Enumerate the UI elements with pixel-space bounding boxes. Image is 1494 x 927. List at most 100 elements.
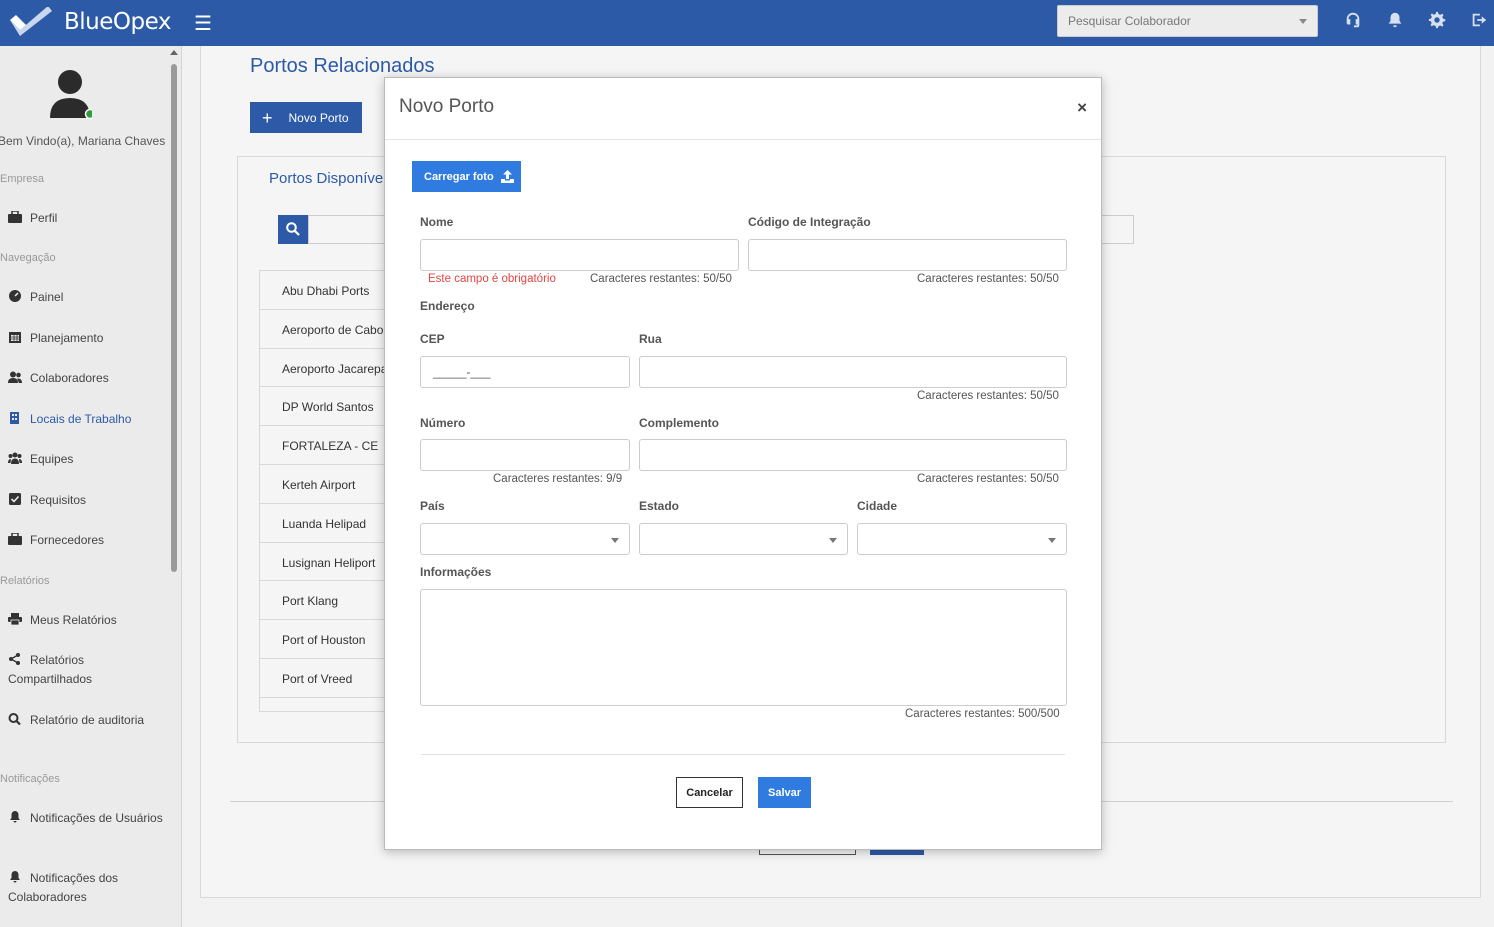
cep-label: CEP (420, 332, 445, 346)
sidebar-item-label: Colaboradores (30, 371, 109, 385)
informacoes-textarea[interactable] (420, 589, 1067, 706)
list-item[interactable]: Aeroporto de Cabo Frio (260, 308, 398, 348)
pais-select[interactable] (420, 523, 630, 555)
section-empresa: Empresa (0, 173, 45, 185)
sidebar-item-requisitos[interactable]: Requisitos (8, 491, 168, 510)
list-item[interactable]: Port of Houston (260, 619, 398, 658)
logo[interactable]: BlueOpex (8, 6, 171, 38)
complemento-label: Complemento (639, 416, 720, 430)
print-icon (8, 613, 22, 625)
available-ports-title: Portos Disponíveis (269, 170, 395, 187)
sidebar-item-label: Notificações de Usuários (30, 811, 163, 825)
codigo-input[interactable] (748, 239, 1067, 271)
cancel-button[interactable]: Cancelar (676, 777, 743, 808)
sidebar-item-colaboradores[interactable]: Colaboradores (8, 369, 168, 388)
sidebar-scrollbar[interactable] (170, 50, 178, 924)
search-icon (286, 222, 300, 236)
sidebar-item-label: Notificações dos Colaboradores (8, 871, 119, 904)
modal-title: Novo Porto (399, 96, 495, 117)
list-item[interactable]: Luanda Helipad (260, 502, 398, 542)
new-port-modal: Novo Porto × Carregar foto Nome Este cam… (384, 77, 1102, 850)
sidebar-item-notificacoes-usuarios[interactable]: Notificações de Usuários (8, 809, 168, 828)
modal-header-divider (385, 139, 1101, 140)
search-button[interactable] (278, 215, 308, 244)
sidebar-item-label: Equipes (30, 452, 74, 466)
sidebar-item-meus-relatorios[interactable]: Meus Relatórios (8, 611, 168, 630)
scrollbar-thumb[interactable] (171, 64, 177, 572)
calendar-icon (9, 332, 21, 343)
briefcase-icon (8, 533, 22, 545)
gear-icon[interactable] (1428, 11, 1450, 33)
rua-input[interactable] (639, 356, 1067, 388)
chevron-down-icon (1299, 19, 1307, 24)
scroll-up-icon[interactable] (170, 50, 178, 55)
sidebar-item-fornecedores[interactable]: Fornecedores (8, 531, 168, 550)
chevron-down-icon (611, 538, 619, 543)
colaborador-search-select[interactable]: Pesquisar Colaborador (1057, 5, 1318, 37)
upload-photo-button[interactable]: Carregar foto (412, 161, 521, 192)
complemento-input[interactable] (639, 439, 1067, 471)
cidade-label: Cidade (857, 499, 898, 513)
sidebar-item-perfil[interactable]: Perfil (8, 209, 168, 228)
sidebar-item-locais[interactable]: Locais de Trabalho (8, 410, 168, 429)
sidebar-item-equipes[interactable]: Equipes (8, 450, 168, 469)
rua-label: Rua (639, 332, 662, 346)
chevron-down-icon (1048, 538, 1056, 543)
codigo-label: Código de Integração (748, 215, 871, 229)
list-item[interactable]: DP World Santos (260, 386, 398, 425)
sidebar-item-label: Locais de Trabalho (30, 412, 132, 426)
nome-input[interactable] (420, 239, 739, 271)
logout-icon[interactable] (1470, 11, 1492, 33)
cep-input[interactable]: _____-___ (420, 356, 630, 388)
sidebar-item-label: Meus Relatórios (30, 613, 117, 627)
sidebar-item-painel[interactable]: Painel (8, 288, 168, 307)
informacoes-label: Informações (420, 565, 492, 579)
list-item[interactable]: Porto de Itajaí (260, 696, 398, 711)
list-item[interactable]: Abu Dhabi Ports (260, 270, 398, 309)
list-item[interactable]: Lusignan Heliport (260, 541, 398, 581)
chevron-down-icon (829, 538, 837, 543)
list-item[interactable]: Port Klang (260, 580, 398, 619)
nome-error: Este campo é obrigatório (428, 273, 556, 285)
new-port-label: Novo Porto (288, 110, 349, 125)
list-item[interactable]: FORTALEZA - CE (260, 425, 398, 464)
numero-input[interactable] (420, 439, 630, 471)
sidebar-item-label: Perfil (30, 211, 58, 225)
app-name: BlueOpex (64, 9, 171, 35)
upload-photo-label: Carregar foto (424, 170, 494, 183)
modal-footer-divider (421, 754, 1065, 755)
informacoes-char-count: Caracteres restantes: 500/500 (905, 708, 1060, 720)
sidebar-item-relatorios-compartilhados[interactable]: Relatórios Compartilhados (8, 651, 168, 689)
ports-list[interactable]: Abu Dhabi Ports Aeroporto de Cabo Frio Aer… (259, 270, 399, 712)
avatar[interactable] (48, 68, 92, 120)
sidebar-item-notificacoes-colaboradores[interactable]: Notificações dos Colaboradores (8, 869, 168, 907)
welcome-text: Bem Vindo(a), Mariana Chaves (0, 134, 166, 148)
upload-icon (500, 170, 514, 183)
dashboard-icon (9, 290, 21, 302)
list-item[interactable]: Aeroporto Jacarepaguá (260, 347, 398, 387)
save-button[interactable]: Salvar (758, 777, 811, 808)
bell-icon[interactable] (1386, 11, 1408, 33)
list-item[interactable]: Kerteh Airport (260, 463, 398, 503)
hamburger-icon[interactable]: ☰ (194, 11, 212, 36)
bell-icon (10, 811, 20, 823)
sidebar-item-relatorio-auditoria[interactable]: Relatório de auditoria (8, 711, 168, 730)
cidade-select[interactable] (857, 523, 1067, 555)
sidebar-item-planejamento[interactable]: Planejamento (8, 329, 168, 348)
headset-icon[interactable] (1344, 11, 1366, 33)
users-icon (8, 371, 22, 383)
nome-label: Nome (420, 215, 454, 229)
sidebar-item-label: Fornecedores (30, 533, 105, 547)
colaborador-search-placeholder: Pesquisar Colaborador (1068, 14, 1191, 28)
bell-icon (10, 871, 20, 883)
top-bar: BlueOpex ☰ Pesquisar Colaborador (0, 0, 1494, 46)
close-icon[interactable]: × (1077, 98, 1087, 118)
page-title: Portos Relacionados (250, 55, 435, 77)
share-icon (9, 653, 20, 665)
new-port-button[interactable]: + Novo Porto (250, 102, 362, 133)
list-item[interactable]: Port of Vreed (260, 657, 398, 697)
estado-select[interactable] (639, 523, 848, 555)
section-navegacao: Navegação (0, 252, 56, 264)
endereco-label: Endereço (420, 299, 475, 313)
checkbox-icon (9, 493, 21, 505)
